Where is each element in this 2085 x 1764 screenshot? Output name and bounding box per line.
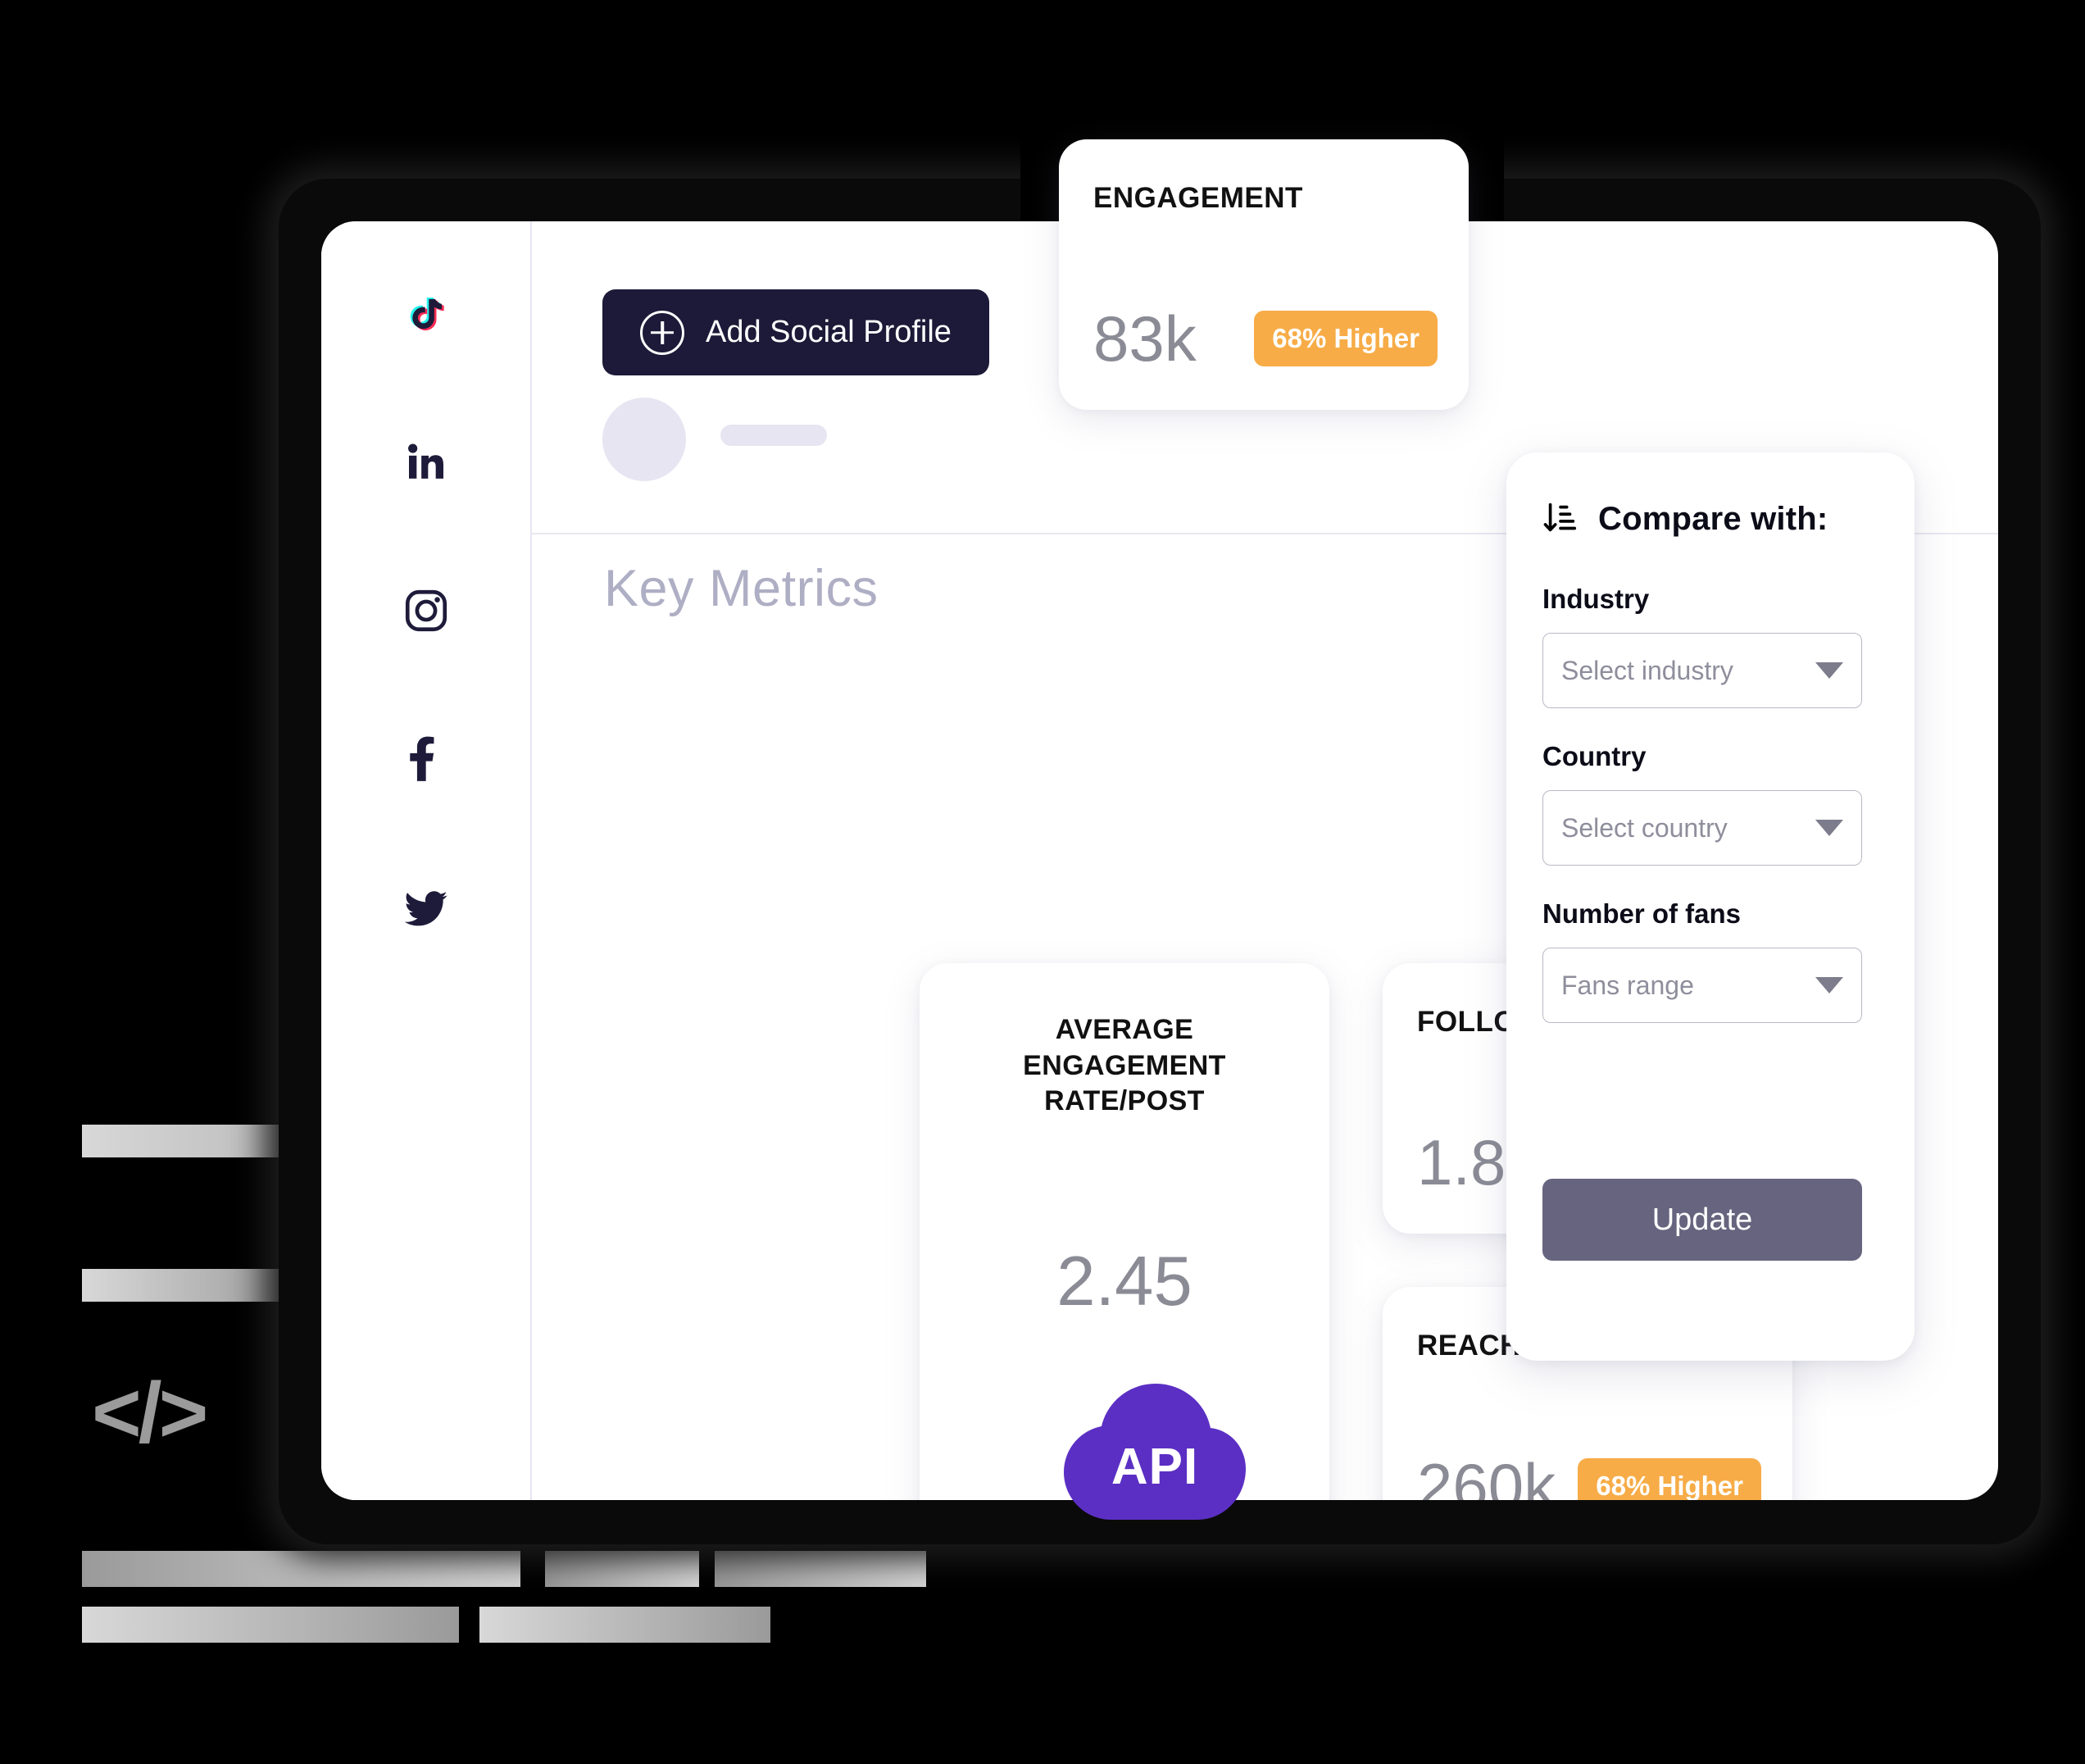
add-social-profile-label: Add Social Profile	[706, 315, 952, 349]
field-label-industry: Industry	[1542, 584, 1650, 614]
metric-value: 260k	[1417, 1450, 1556, 1500]
code-bar	[715, 1551, 926, 1587]
chevron-down-icon	[1815, 820, 1843, 836]
status-badge: 68% Higher	[1254, 311, 1438, 366]
fans-range-select[interactable]: Fans range	[1542, 948, 1862, 1023]
field-label-fans: Number of fans	[1542, 898, 1742, 929]
linkedin-icon	[407, 443, 443, 479]
twitter-icon	[404, 891, 447, 926]
fans-range-select-value: Fans range	[1561, 970, 1694, 1000]
api-badge-label: API	[1111, 1439, 1199, 1495]
facebook-icon	[409, 736, 434, 781]
social-rail	[321, 221, 530, 1500]
compare-panel: Compare with: Industry Select industry C…	[1506, 452, 1915, 1361]
chevron-down-icon	[1815, 662, 1843, 679]
compare-panel-title: Compare with:	[1598, 500, 1828, 537]
api-badge[interactable]: API	[1056, 1367, 1254, 1525]
metric-label: AVERAGE ENGAGEMENT RATE/POST	[1023, 1014, 1226, 1117]
metric-card-engagement: ENGAGEMENT 83k 68% Higher	[1059, 139, 1469, 410]
code-bar	[479, 1607, 770, 1643]
industry-select[interactable]: Select industry	[1542, 633, 1862, 708]
sidebar-item-twitter[interactable]	[399, 880, 453, 934]
code-bar	[545, 1551, 699, 1587]
field-label-country: Country	[1542, 741, 1647, 771]
code-bar	[82, 1607, 459, 1643]
metric-value: 83k	[1093, 302, 1197, 375]
metric-label: ENGAGEMENT	[1093, 182, 1303, 214]
sort-descending-icon	[1543, 502, 1577, 532]
update-button[interactable]: Update	[1542, 1179, 1862, 1261]
profile-name-skeleton	[720, 425, 827, 446]
add-social-profile-button[interactable]: Add Social Profile	[602, 289, 989, 375]
screenshot-stage: </> Add Social Profile Key Metrics AVERA…	[0, 0, 2085, 1764]
code-bar	[82, 1551, 520, 1587]
chevron-down-icon	[1815, 977, 1843, 993]
metric-value: 2.45	[1056, 1243, 1192, 1321]
instagram-icon	[405, 589, 447, 632]
sidebar-item-tiktok[interactable]	[399, 287, 453, 341]
profile-avatar-skeleton	[602, 398, 686, 481]
sidebar-item-instagram[interactable]	[399, 584, 453, 638]
code-bar	[82, 1269, 302, 1302]
compare-panel-header: Compare with:	[1542, 500, 1828, 538]
industry-select-value: Select industry	[1561, 655, 1733, 685]
status-badge: 68% Higher	[1578, 1458, 1761, 1500]
code-brackets-icon: </>	[92, 1366, 208, 1461]
sidebar-item-linkedin[interactable]	[399, 435, 453, 489]
plus-circle-icon	[640, 310, 684, 355]
tiktok-icon	[410, 298, 444, 331]
page-title: Key Metrics	[604, 560, 879, 617]
country-select-value: Select country	[1561, 812, 1728, 843]
metric-label: REACH	[1417, 1330, 1521, 1362]
country-select[interactable]: Select country	[1542, 790, 1862, 866]
sidebar-item-facebook[interactable]	[399, 732, 453, 786]
